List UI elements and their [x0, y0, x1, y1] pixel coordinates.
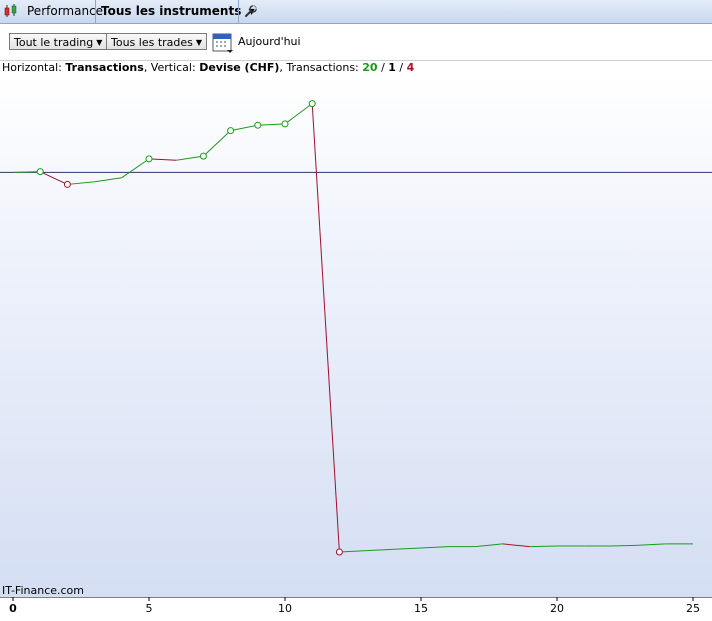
trading-filter-dropdown[interactable]: Tout le trading ▼ — [9, 33, 108, 50]
horizontal-value: Transactions — [65, 61, 144, 74]
trade-marker — [145, 155, 153, 163]
trade-marker — [281, 120, 289, 128]
calendar-icon[interactable] — [212, 32, 234, 57]
equity-segment — [67, 181, 95, 185]
equity-segment — [420, 546, 449, 549]
toolbar: Tout le trading ▼ Tous les trades ▼ Aujour… — [0, 24, 712, 61]
equity-segment — [502, 543, 530, 548]
equity-segment — [366, 548, 394, 552]
trades-filter-label: Tous les trades — [111, 36, 193, 49]
equity-segment — [284, 103, 313, 125]
equity-segment — [121, 158, 150, 179]
trading-filter-label: Tout le trading — [14, 36, 94, 49]
equity-segment — [475, 543, 503, 548]
trade-marker — [308, 100, 316, 108]
trade-marker — [335, 548, 343, 556]
equity-segment — [203, 130, 231, 157]
tab-performance[interactable]: Performance — [27, 0, 103, 23]
x-tick-label: 5 — [146, 602, 153, 615]
chart-info-line: Horizontal: Transactions, Vertical: Devi… — [2, 61, 414, 74]
date-label[interactable]: Aujourd'hui — [238, 35, 301, 48]
separator: / — [395, 61, 407, 74]
transactions-prefix: , Transactions: — [279, 61, 363, 74]
watermark: IT-Finance.com — [2, 584, 84, 597]
x-tick-label: 15 — [414, 602, 428, 615]
trade-marker — [63, 180, 71, 188]
chevron-down-icon: ▼ — [96, 38, 103, 47]
separator: / — [377, 61, 389, 74]
x-tick-label: 20 — [550, 602, 564, 615]
tab-bar: Performance Tous les instruments ▼ — [0, 0, 712, 24]
trade-marker — [199, 152, 207, 160]
equity-chart — [0, 100, 712, 556]
x-tick-label: 25 — [686, 602, 700, 615]
equity-segment — [529, 545, 558, 548]
instruments-dropdown[interactable]: Tous les instruments ▼ — [101, 0, 255, 23]
chevron-down-icon: ▼ — [195, 38, 203, 47]
candlestick-icon — [3, 0, 19, 23]
vertical-value: Devise (CHF) — [199, 61, 280, 74]
trade-marker — [227, 127, 235, 135]
x-tick-label: 10 — [278, 602, 292, 615]
equity-segment — [148, 158, 177, 161]
equity-segment — [393, 547, 422, 550]
equity-segment — [39, 171, 68, 185]
trades-filter-dropdown[interactable]: Tous les trades ▼ — [106, 33, 208, 50]
vertical-prefix: , Vertical: — [143, 61, 200, 74]
losses-count: 4 — [406, 61, 415, 74]
equity-segment — [12, 171, 41, 173]
chart-area[interactable] — [0, 75, 712, 600]
equity-segment — [339, 550, 367, 553]
neutral-count: 1 — [388, 61, 396, 74]
wrench-icon[interactable] — [244, 0, 258, 23]
equity-segment — [638, 543, 666, 546]
trade-marker — [254, 121, 262, 129]
equity-segment — [311, 103, 340, 553]
equity-segment — [176, 155, 204, 161]
x-tick-label: 0 — [9, 602, 17, 615]
x-axis: 0 5 10 15 20 25 — [0, 596, 712, 618]
equity-segment — [611, 544, 639, 547]
instruments-dropdown-label: Tous les instruments — [101, 4, 242, 18]
equity-segment — [94, 177, 122, 183]
equity-segment — [257, 123, 286, 126]
horizontal-prefix: Horizontal: — [2, 61, 66, 74]
equity-segment — [230, 124, 258, 132]
trade-marker — [36, 168, 44, 176]
wins-count: 20 — [362, 61, 378, 74]
